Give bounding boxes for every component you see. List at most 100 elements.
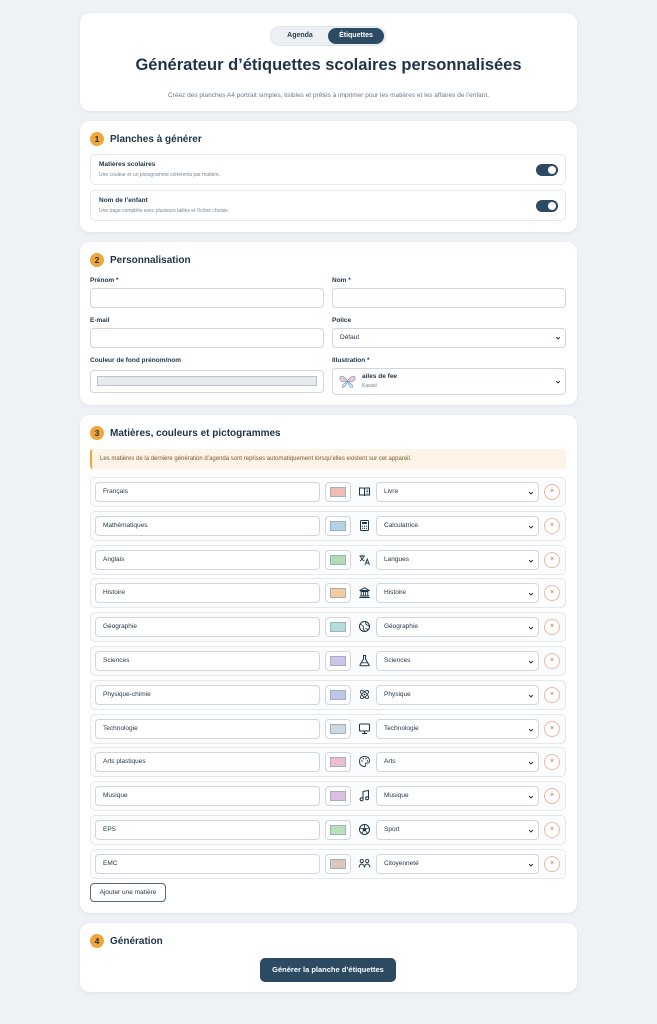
pictogram-select[interactable]: Sciences	[376, 651, 539, 671]
subject-name-input[interactable]: Physique-chimie	[95, 684, 320, 705]
email-input[interactable]	[90, 328, 324, 348]
subject-color-picker[interactable]	[325, 684, 351, 705]
subject-color-picker[interactable]	[325, 617, 351, 638]
atom-icon	[360, 689, 369, 699]
page-title: Générateur d’étiquettes scolaires person…	[135, 56, 522, 74]
nom-input[interactable]	[332, 288, 566, 308]
tab-agenda[interactable]: Agenda	[272, 28, 328, 44]
couleur-picker[interactable]	[90, 370, 324, 393]
remove-subject-button[interactable]: ×	[544, 754, 560, 771]
pictogram-select[interactable]: Langues	[376, 549, 539, 570]
pictogram-select[interactable]: Sport	[376, 820, 539, 840]
pictogram-select[interactable]: Arts	[376, 752, 539, 773]
translate-icon	[359, 554, 370, 565]
pictogram-select[interactable]: Calculatrice	[376, 515, 539, 536]
subject-name-input[interactable]: Sciences	[95, 651, 320, 671]
chevron-down-icon	[528, 762, 534, 765]
color-swatch	[330, 825, 346, 835]
chevron-down-icon	[528, 626, 534, 630]
remove-subject-button[interactable]: ×	[544, 822, 560, 838]
pictogram-select[interactable]: Technologie	[376, 718, 539, 739]
subject-name-input[interactable]: Mathématiques	[95, 515, 320, 536]
chevron-down-icon	[528, 491, 534, 495]
subject-name-input[interactable]: Géographie	[95, 617, 320, 638]
remove-subject-button[interactable]: ×	[544, 653, 560, 669]
subject-name-input[interactable]: Histoire	[95, 583, 320, 604]
remove-subject-button[interactable]: ×	[544, 855, 560, 872]
calculator-icon	[360, 519, 369, 531]
remove-subject-button[interactable]: ×	[544, 686, 560, 703]
color-swatch	[330, 588, 346, 599]
toggle-nom-enfant[interactable]	[536, 200, 558, 212]
subject-name-input[interactable]: Anglais	[95, 549, 320, 570]
pictogram-select[interactable]: Citoyenneté	[376, 853, 539, 874]
remove-subject-button[interactable]: ×	[544, 585, 560, 602]
subject-row: Histoire Histoire ×	[90, 578, 566, 609]
section-heading: 3 Matières, couleurs et pictogrammes	[90, 426, 281, 440]
pictogram-select[interactable]: Physique	[376, 684, 539, 705]
subject-color-picker[interactable]	[325, 583, 351, 604]
subject-color-picker[interactable]	[325, 549, 351, 570]
color-swatch	[330, 689, 346, 700]
remove-subject-button[interactable]: ×	[544, 619, 560, 636]
pictogram-select[interactable]: Géographie	[376, 617, 539, 638]
subject-color-picker[interactable]	[325, 651, 351, 671]
subject-name-input[interactable]: Arts plastiques	[95, 752, 320, 773]
chevron-down-icon	[528, 863, 534, 867]
step-number: 2	[90, 253, 104, 267]
color-swatch	[330, 656, 346, 666]
pictogram-value: Citoyenneté	[384, 859, 419, 867]
subject-color-picker[interactable]	[325, 820, 351, 840]
toggle-matieres[interactable]	[536, 164, 558, 176]
chevron-down-icon	[528, 559, 534, 563]
tab-etiquettes[interactable]: Étiquettes	[328, 28, 384, 44]
step-number: 3	[90, 426, 104, 440]
subject-name-input[interactable]: Français	[95, 482, 320, 502]
remove-subject-button[interactable]: ×	[544, 788, 560, 805]
subject-color-picker[interactable]	[325, 853, 351, 874]
generate-button[interactable]: Générer la planche d’étiquettes	[260, 958, 396, 982]
page-subtitle: Créez des planches A4 portrait simples, …	[167, 92, 490, 99]
subject-row: Géographie Géographie ×	[90, 612, 566, 643]
section-matieres: 3 Matières, couleurs et pictogrammes Les…	[80, 415, 577, 913]
section-heading: 4 Génération	[90, 934, 163, 948]
prenom-input[interactable]	[90, 288, 324, 308]
color-swatch	[330, 622, 346, 633]
subject-name-input[interactable]: Musique	[95, 786, 320, 807]
palette-icon	[359, 756, 370, 768]
subject-color-picker[interactable]	[325, 786, 351, 807]
pictogram-select[interactable]: Histoire	[376, 583, 539, 604]
pictogram-select[interactable]: Musique	[376, 786, 539, 807]
remove-subject-button[interactable]: ×	[544, 720, 560, 737]
remove-subject-button[interactable]: ×	[544, 484, 560, 500]
music-note-icon	[359, 790, 370, 802]
option-nom-enfant: Nom de l’enfant Une page complète avec p…	[90, 190, 566, 221]
people-icon	[358, 858, 371, 868]
pictogram-value: Arts	[384, 758, 396, 766]
subject-name-input[interactable]: Technologie	[95, 718, 320, 739]
add-subject-button[interactable]: Ajouter une matière	[90, 883, 166, 902]
police-select[interactable]: Défaut	[332, 328, 566, 348]
subject-row: Physique-chimie Physique ×	[90, 679, 566, 710]
header-card: Agenda Étiquettes Générateur d’étiquette…	[80, 13, 577, 111]
subject-color-picker[interactable]	[325, 752, 351, 773]
illustration-style: Kawaii	[362, 383, 377, 389]
subject-name-input[interactable]: EPS	[95, 820, 320, 840]
subject-color-picker[interactable]	[325, 482, 351, 502]
museum-icon	[359, 587, 370, 599]
illustration-select[interactable]: ailes de fee Kawaii	[332, 368, 566, 395]
subject-name-input[interactable]: EMC	[95, 853, 320, 874]
subject-row: EMC Citoyenneté ×	[90, 848, 566, 879]
remove-subject-button[interactable]: ×	[544, 517, 560, 534]
subject-color-picker[interactable]	[325, 718, 351, 739]
section-heading: 2 Personnalisation	[90, 253, 191, 267]
subject-color-picker[interactable]	[325, 515, 351, 536]
chevron-down-icon	[555, 336, 561, 340]
pictogram-value: Langues	[384, 555, 409, 563]
police-value: Défaut	[340, 334, 360, 341]
chevron-down-icon	[528, 660, 534, 664]
book-icon	[359, 487, 370, 497]
pictogram-select[interactable]: Livre	[376, 482, 539, 502]
remove-subject-button[interactable]: ×	[544, 551, 560, 568]
illustration-label: Illustration *	[332, 357, 370, 364]
